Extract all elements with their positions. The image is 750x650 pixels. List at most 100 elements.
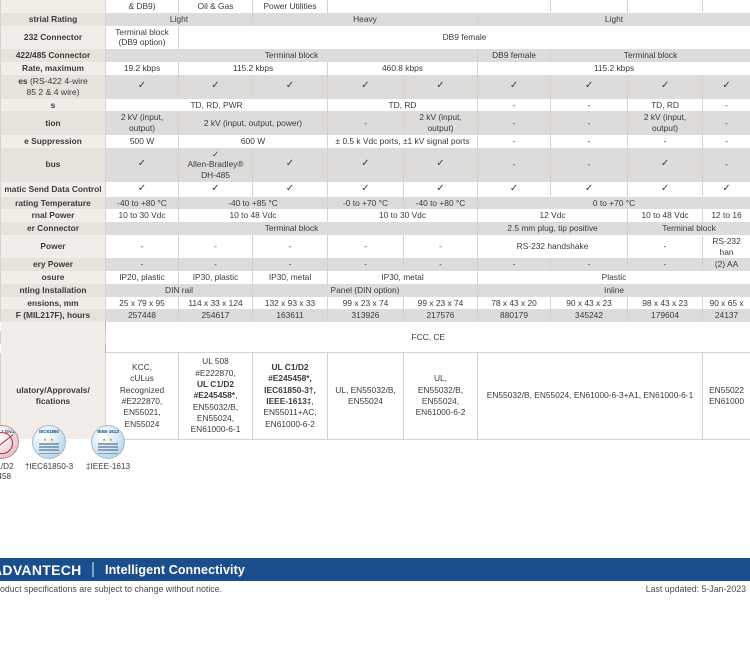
ieee-1613-icon: IEEE-1613 ★ ★ xyxy=(91,425,125,459)
cell-mtbf-8: 24137 xyxy=(702,309,750,323)
row-label-mtbf: F (MIL217F), hours xyxy=(0,309,106,323)
cell-port-power-3: - xyxy=(327,234,404,259)
cell-battery-power-2: - xyxy=(252,258,328,272)
footer-divider xyxy=(92,562,94,577)
cell-automatic-send-data-control-6: ✓ xyxy=(550,181,629,197)
cell-leds-1: TD, RD xyxy=(327,98,478,112)
cell-power-connector-1: 2.5 mm plug, tip positive xyxy=(476,222,629,235)
cell-data-rate-maximum-2: 460.8 kbps xyxy=(327,61,478,75)
row-label-fieldbus: bus xyxy=(0,147,106,182)
cell-automatic-send-data-control-3: ✓ xyxy=(327,181,404,197)
cell-dimensions-5: 78 x 43 x 20 xyxy=(476,296,552,310)
cell-surge-suppression-3: - xyxy=(476,134,552,148)
cell-modes-8: ✓ xyxy=(702,74,750,99)
cell-power-connector-0: Terminal block xyxy=(105,222,478,235)
table-row: & DB9) Oil & Gas Power Utilities xyxy=(0,0,750,13)
cell-automatic-send-data-control-8: ✓ xyxy=(702,181,750,197)
row-label-battery-power: ery Power xyxy=(0,258,106,272)
cell-isolation-4: - xyxy=(476,111,552,135)
cell-rs232-connector-0: Terminal block (DB9 option) xyxy=(105,25,179,49)
cell-data-rate-maximum-0: 19.2 kbps xyxy=(105,61,179,75)
cell-mtbf-7: 179604 xyxy=(627,309,704,323)
cell-industrial-rating-0: Light xyxy=(105,12,253,26)
cell-surge-suppression-4: - xyxy=(550,134,629,148)
cell-battery-power-3: - xyxy=(327,258,404,272)
cell-fieldbus-8: - xyxy=(702,147,750,182)
cell-enclosure-0: IP20, plastic xyxy=(105,271,179,284)
table-row: ery Power - - - - - - - - (2) AA xyxy=(0,258,750,272)
cell-port-power-4: - xyxy=(403,234,478,259)
row-label-power-connector: er Connector xyxy=(0,222,106,235)
table-row: rnal Power 10 to 30 Vdc 10 to 48 Vdc 10 to … xyxy=(0,209,750,223)
row-label-industrial-rating: strial Rating xyxy=(0,12,106,26)
row-label-rs422-485-connector: 422/485 Connector xyxy=(0,49,106,62)
cell-fieldbus-3: ✓ xyxy=(327,147,404,182)
cell-rs422-485-connector-1: DB9 female xyxy=(476,49,552,62)
cell-dimensions-4: 99 x 23 x 74 xyxy=(403,296,478,310)
cell-leds-3: - xyxy=(550,98,629,112)
spacer-label xyxy=(0,322,106,332)
cell-operating-temperature-3: -40 to +80 °C xyxy=(403,196,478,210)
badge-iec61850-3: IEC61850 ★ ★ †IEC61850-3 xyxy=(17,425,81,472)
cell-mounting-installation-0: DIN rail xyxy=(105,283,253,297)
row-label-port-power: Power xyxy=(0,234,106,259)
cell-data-rate-maximum-1: 115.2 kbps xyxy=(178,61,328,75)
table-row: nting Installation DIN rail Panel (DIN opt… xyxy=(0,283,750,297)
cell-fieldbus-1: ✓ Allen-Bradley® DH-485 xyxy=(178,147,253,182)
cell-port-power-5: RS-232 handshake xyxy=(476,234,629,259)
cell-mtbf-0: 257448 xyxy=(105,309,179,323)
specifications-table: & DB9) Oil & Gas Power Utilities strial Rat… xyxy=(0,0,750,440)
cell-mtbf-2: 163611 xyxy=(252,309,328,323)
cell-isolation-0: 2 kV (input, output) xyxy=(105,111,179,135)
cell-automatic-send-data-control-7: ✓ xyxy=(627,181,704,197)
cell-market-header-5 xyxy=(627,0,704,13)
cell-market-header-4 xyxy=(550,0,629,13)
table-row: ensions, mm 25 x 79 x 95 114 x 33 x 124 132… xyxy=(0,296,750,310)
table-row: strial Rating Light Heavy Light xyxy=(0,12,750,26)
cell-surge-suppression-1: 600 W xyxy=(178,134,328,148)
table-row: 422/485 Connector Terminal block DB9 femal… xyxy=(0,49,750,62)
cell-market-header-3 xyxy=(326,0,552,13)
cell-fieldbus-6: - xyxy=(550,147,629,182)
table-row: Power - - - - - RS-232 handshake - RS-232 han xyxy=(0,234,750,259)
advantech-logo: ADVANTECH xyxy=(0,561,82,578)
cell-power-connector-2: Terminal block xyxy=(627,222,750,235)
cell-leds-2: - xyxy=(476,98,552,112)
table-row: e Suppression 500 W 600 W ± 0.5 k Vdc ports… xyxy=(0,134,750,148)
cell-market-header-0: & DB9) xyxy=(105,0,179,13)
cell-market-header-1: Oil & Gas xyxy=(178,0,253,13)
table-row: s TD, RD, PWR TD, RD - - TD, RD - xyxy=(0,98,750,112)
cell-operating-temperature-2: -0 to +70 °C xyxy=(327,196,404,210)
specifications-body: & DB9) Oil & Gas Power Utilities strial Rat… xyxy=(0,0,750,440)
cell-leds-0: TD, RD, PWR xyxy=(105,98,328,112)
table-row: tion 2 kV (input, output) 2 kV (input, out… xyxy=(0,111,750,135)
cell-leds-5: - xyxy=(702,98,750,112)
row-label-rs232-connector: 232 Connector xyxy=(0,25,106,49)
cell-external-power-3: 12 Vdc xyxy=(476,209,629,223)
cell-battery-power-4: - xyxy=(403,258,478,272)
cell-port-power-2: - xyxy=(252,234,328,259)
cell-external-power-4: 10 to 48 Vdc xyxy=(627,209,704,223)
row-label-dimensions: ensions, mm xyxy=(0,296,106,310)
cell-battery-power-8: (2) AA xyxy=(702,258,750,272)
cell-automatic-send-data-control-2: ✓ xyxy=(252,181,328,197)
table-row: rating Temperature -40 to +80 °C -40 to +8… xyxy=(0,196,750,210)
iec61850-3-icon: IEC61850 ★ ★ xyxy=(32,425,66,459)
disclaimer-text: oduct specifications are subject to chan… xyxy=(0,584,223,594)
cell-fieldbus-0: ✓ xyxy=(105,147,179,182)
cell-surge-suppression-5: - xyxy=(627,134,704,148)
cell-fieldbus-5: - xyxy=(476,147,552,182)
table-row: Rate, maximum 19.2 kbps 115.2 kbps 460.8 kb… xyxy=(0,61,750,75)
cell-external-power-1: 10 to 48 Vdc xyxy=(178,209,328,223)
badge-ieee-1613: IEEE-1613 ★ ★ ‡IEEE-1613 xyxy=(76,425,140,472)
cell-dimensions-2: 132 x 93 x 33 xyxy=(252,296,328,310)
cell-dimensions-6: 90 x 43 x 23 xyxy=(550,296,629,310)
cell-dimensions-3: 99 x 23 x 74 xyxy=(327,296,404,310)
cell-modes-7: ✓ xyxy=(627,74,704,99)
cell-market-header-2: Power Utilities xyxy=(252,0,328,13)
table-row: F (MIL217F), hours 257448 254617 163611 3139… xyxy=(0,309,750,323)
row-label-modes: es (RS-422 4-wire 85 2 & 4 wire) xyxy=(0,74,106,99)
cell-isolation-7: - xyxy=(702,111,750,135)
cell-industrial-rating-1: Heavy xyxy=(252,12,478,26)
footer-tagline: Intelligent Connectivity xyxy=(105,562,245,577)
